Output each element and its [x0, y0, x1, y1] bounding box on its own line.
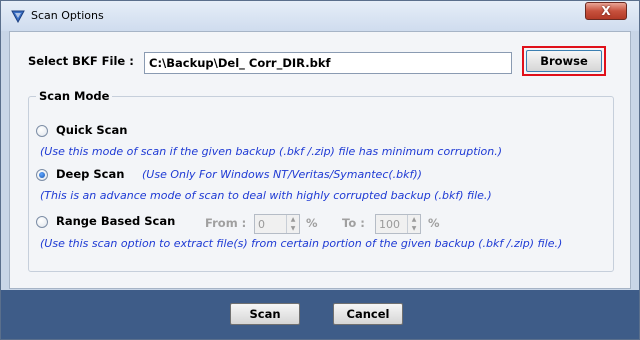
range-from-unit: %	[306, 216, 318, 230]
range-scan-radio[interactable]	[36, 216, 48, 228]
scan-button[interactable]: Scan	[230, 303, 300, 325]
dialog-footer: Scan Cancel	[1, 290, 639, 339]
range-from-label: From :	[205, 216, 247, 230]
spin-down-arrow-icon[interactable]: ▼	[408, 224, 420, 233]
title-bar: Scan Options X	[1, 1, 639, 31]
deep-scan-radio[interactable]	[36, 169, 48, 181]
scan-options-dialog: Scan Options X Select BKF File : Browse …	[0, 0, 640, 340]
spin-up-arrow-icon[interactable]: ▲	[408, 215, 420, 224]
select-bkf-file-label: Select BKF File :	[28, 54, 134, 68]
range-to-label: To :	[342, 216, 365, 230]
range-from-value: 0	[258, 218, 265, 231]
range-scan-description: (Use this scan option to extract file(s)…	[40, 237, 563, 250]
window-title: Scan Options	[31, 9, 104, 22]
deep-scan-description: (This is an advance mode of scan to deal…	[40, 189, 492, 202]
deep-scan-note: (Use Only For Windows NT/Veritas/Symante…	[142, 168, 422, 181]
range-from-spin-buttons: ▲ ▼	[286, 215, 299, 233]
dialog-body: Select BKF File : Browse Scan Mode Quick…	[9, 31, 631, 289]
quick-scan-description: (Use this mode of scan if the given back…	[40, 145, 503, 158]
spin-up-arrow-icon[interactable]: ▲	[287, 215, 299, 224]
bkf-file-path-input[interactable]	[144, 52, 512, 74]
spin-down-arrow-icon[interactable]: ▼	[287, 224, 299, 233]
browse-button[interactable]: Browse	[526, 50, 602, 72]
close-button[interactable]: X	[585, 2, 627, 20]
range-to-value: 100	[379, 218, 400, 231]
quick-scan-label[interactable]: Quick Scan	[56, 123, 127, 137]
range-scan-label[interactable]: Range Based Scan	[56, 214, 175, 228]
close-icon: X	[601, 4, 611, 18]
scan-mode-legend: Scan Mode	[36, 89, 113, 103]
range-to-unit: %	[428, 216, 440, 230]
range-from-stepper[interactable]: 0 ▲ ▼	[254, 214, 300, 234]
quick-scan-radio[interactable]	[36, 125, 48, 137]
range-to-spin-buttons: ▲ ▼	[407, 215, 420, 233]
deep-scan-label[interactable]: Deep Scan	[56, 167, 124, 181]
app-icon	[11, 10, 25, 23]
range-to-stepper[interactable]: 100 ▲ ▼	[375, 214, 421, 234]
cancel-button[interactable]: Cancel	[333, 303, 403, 325]
